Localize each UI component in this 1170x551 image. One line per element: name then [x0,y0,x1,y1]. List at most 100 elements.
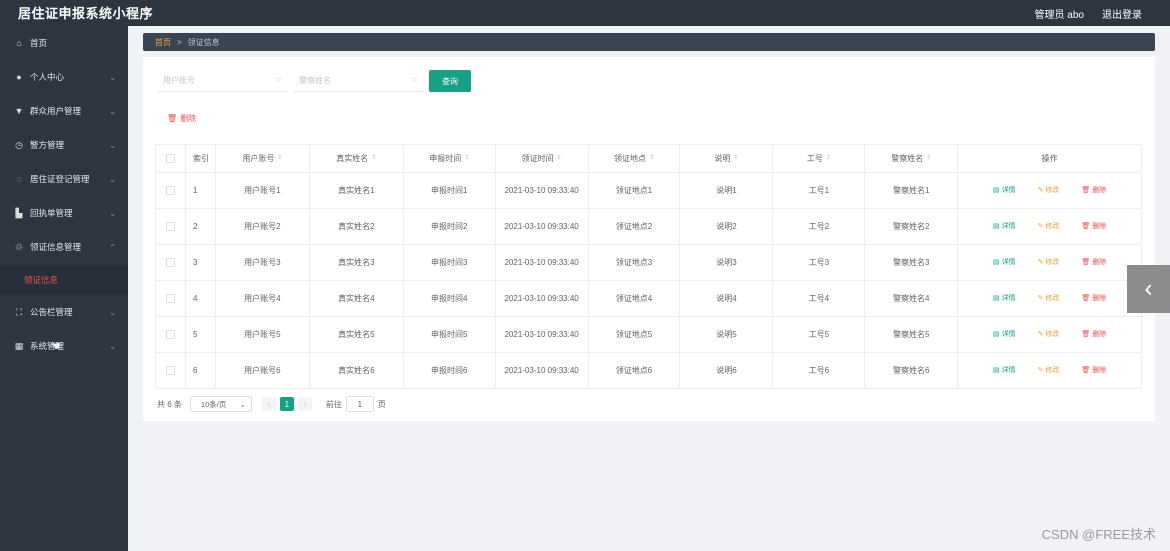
detail-button[interactable]: ▤ 详情 [993,220,1016,233]
edit-button[interactable]: ✎ 修改 [1038,256,1060,269]
sort-icon[interactable]: ⇕ [733,152,738,165]
edit-button[interactable]: ✎ 修改 [1038,184,1060,197]
chevron-icon: ⌃ [109,242,116,252]
page-size-select[interactable]: 10条/页 ⌄ [189,396,252,412]
detail-button-label: 详情 [1001,331,1016,338]
row-checkbox[interactable] [165,222,175,231]
row-checkbox[interactable] [165,366,175,375]
header-checkbox-cell[interactable] [156,145,186,172]
sidebar-item-0[interactable]: ⌂ 首页 [0,26,128,60]
row-checkbox[interactable] [165,186,175,195]
cell-collect-place: 领证地点2 [589,209,681,244]
page-size-value: 10条/页 [200,399,227,409]
sidebar-item-7[interactable]: ⛶ 公告栏管理 ⌄ [0,295,128,329]
sidebar-item-2[interactable]: ▼ 群众用户管理 ⌄ [0,94,128,128]
sidebar-item-8[interactable]: ▦ 系统管理 ⌄ [0,329,128,363]
sidebar-item-6[interactable]: ♲ 领证信息管理 ⌃ [0,230,128,264]
cell-apply-time: 申报时间1 [404,173,496,208]
cell-apply-time: 申报时间2 [404,209,496,244]
delete-icon: 🗑 [1081,367,1093,374]
edit-button[interactable]: ✎ 修改 [1038,292,1060,305]
delete-button[interactable]: 🗑 删除 [1081,184,1106,197]
delete-button[interactable]: 🗑 删除 [1081,292,1106,305]
clock-icon: ◷ [15,139,23,150]
cell-real-name: 真实姓名6 [310,353,404,388]
detail-button-label: 详情 [1001,259,1016,266]
detail-button[interactable]: ▤ 详情 [993,184,1016,197]
sidebar-item-1[interactable]: ● 个人中心 ⌄ [0,60,128,94]
row-checkbox-cell[interactable] [156,317,186,352]
cell-ops: ▤ 详情 ✎ 修改 🗑 删除 [958,353,1141,388]
cell-collect-place: 领证地点3 [589,245,681,280]
row-checkbox-cell[interactable] [156,173,186,208]
row-checkbox-cell[interactable] [156,245,186,280]
edit-button[interactable]: ✎ 修改 [1038,220,1060,233]
cell-apply-time: 申报时间4 [404,281,496,316]
sidebar-subitem-certificate-info[interactable]: 领证信息 [0,265,128,295]
header-user-account-label: 用户账号 [242,154,275,163]
header-apply-time[interactable]: 申报时间 ⇕ [404,145,496,172]
goto-label: 前往 [325,399,342,409]
sidebar-item-label: 首页 [30,38,48,48]
delete-button[interactable]: 🗑 删除 [1081,220,1106,233]
delete-button[interactable]: 🗑 删除 [1081,328,1106,341]
detail-icon: ▤ [993,187,1002,194]
sidebar-item-label: 公告栏管理 [30,307,73,317]
sidebar-item-3[interactable]: ◷ 警方管理 ⌄ [0,128,128,162]
sort-icon[interactable]: ⇕ [649,152,654,165]
row-checkbox[interactable] [165,330,175,339]
sort-icon[interactable]: ⇕ [557,152,562,165]
header-collect-time[interactable]: 领证时间 ⇕ [496,145,589,172]
row-checkbox-cell[interactable] [156,281,186,316]
prev-page-button[interactable]: ‹ [261,397,276,411]
row-checkbox[interactable] [165,258,175,267]
collapse-arrow-button[interactable]: ‹ [1127,265,1170,313]
detail-button[interactable]: ▤ 详情 [993,256,1016,269]
delete-button-label: 删除 [1092,187,1107,194]
delete-button[interactable]: 🗑 删除 [1081,256,1106,269]
sidebar-item-4[interactable]: ◌ 居住证登记管理 ⌄ [0,162,128,196]
row-checkbox-cell[interactable] [156,209,186,244]
logout-link[interactable]: 退出登录 [1102,6,1142,21]
page-number-current[interactable]: 1 [279,397,294,411]
user-account-search-input[interactable]: 用户账号 ○ [157,70,287,92]
cell-police-name: 警察姓名3 [865,245,959,280]
header-real-name[interactable]: 真实姓名 ⇕ [310,145,404,172]
sort-icon[interactable]: ⇕ [926,152,931,165]
edit-button[interactable]: ✎ 修改 [1038,364,1060,377]
batch-delete-button[interactable]: 🗑 删除 [167,113,196,124]
detail-icon: ▤ [993,367,1002,374]
cell-note: 说明2 [680,209,774,244]
detail-button[interactable]: ▤ 详情 [993,364,1016,377]
cell-ops: ▤ 详情 ✎ 修改 🗑 删除 [958,281,1141,316]
goto-page-input[interactable]: 1 [345,396,374,412]
sidebar-item-5[interactable]: ▙ 回执单管理 ⌄ [0,196,128,230]
cell-index: 5 [186,317,216,352]
edit-button[interactable]: ✎ 修改 [1038,328,1060,341]
header-police-name[interactable]: 警察姓名 ⇕ [865,145,959,172]
row-checkbox[interactable] [165,294,175,303]
header-user-account[interactable]: 用户账号 ⇕ [216,145,310,172]
cell-collect-time: 2021-03-10 09:33:40 [496,281,589,316]
certificate-table: 索引 用户账号 ⇕ 真实姓名 ⇕ 申报时间 ⇕ 领证时间 ⇕ 领证地点 ⇕ 说明 ⇕ 工号 ⇕… [155,144,1142,389]
detail-button[interactable]: ▤ 详情 [993,328,1016,341]
detail-button[interactable]: ▤ 详情 [993,292,1016,305]
sort-icon[interactable]: ⇕ [464,152,469,165]
row-checkbox-cell[interactable] [156,353,186,388]
next-page-button[interactable]: › [297,397,312,411]
header-note[interactable]: 说明 ⇕ [680,145,774,172]
header-collect-place[interactable]: 领证地点 ⇕ [589,145,681,172]
header-police-name-label: 警察姓名 [891,154,924,163]
sort-icon[interactable]: ⇕ [826,152,831,165]
query-button[interactable]: 查询 [429,70,471,92]
register-icon: ◌ [16,174,22,184]
delete-button[interactable]: 🗑 删除 [1081,364,1106,377]
header-work-no[interactable]: 工号 ⇕ [773,145,866,172]
sort-icon[interactable]: ⇕ [277,152,282,165]
cell-user-account: 用户账号6 [216,353,310,388]
breadcrumb-home[interactable]: 首页 [155,37,171,48]
police-name-search-input[interactable]: 警察姓名 ○ [293,70,423,92]
sort-icon[interactable]: ⇕ [371,152,376,165]
detail-button-label: 详情 [1001,223,1016,230]
select-all-checkbox[interactable] [165,154,175,163]
